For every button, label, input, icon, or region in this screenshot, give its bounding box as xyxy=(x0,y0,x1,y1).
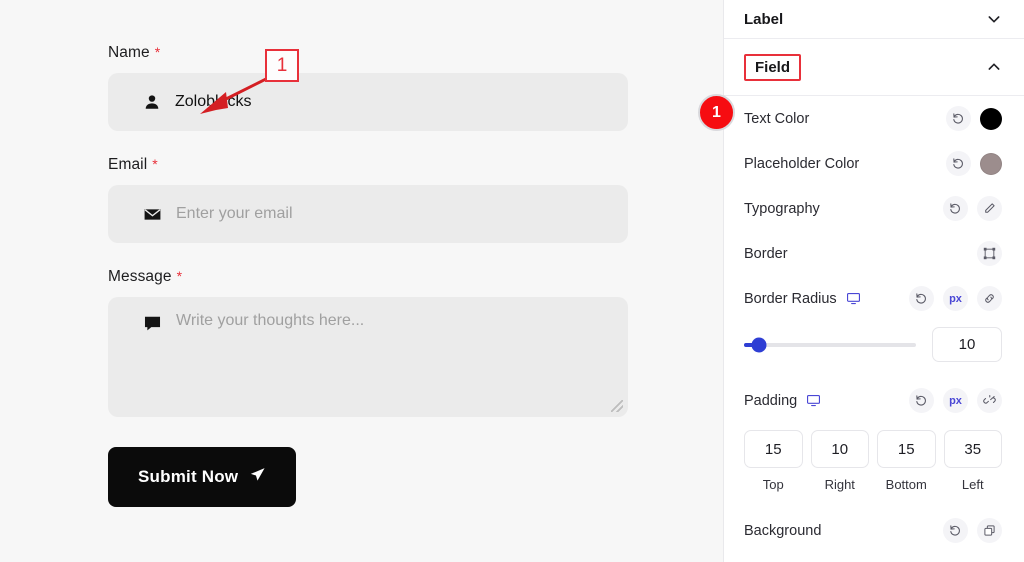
chevron-down-icon[interactable] xyxy=(986,11,1002,27)
text-color-actions xyxy=(946,106,1002,131)
message-placeholder: Write your thoughts here... xyxy=(176,312,365,329)
slider-thumb[interactable] xyxy=(751,337,767,352)
send-icon xyxy=(249,466,266,488)
required-asterisk: * xyxy=(176,268,183,284)
typography-label: Typography xyxy=(744,200,820,217)
padding-left-cell: 35 Left xyxy=(943,430,1002,492)
padding-label: Padding xyxy=(744,393,821,409)
section-label-title: Label xyxy=(744,10,784,28)
email-input-placeholder: Enter your email xyxy=(176,205,293,222)
row-padding: Padding px xyxy=(724,378,1024,423)
border-radius-slider-row: 10 xyxy=(724,321,1024,362)
reset-icon[interactable] xyxy=(909,286,934,311)
reset-icon[interactable] xyxy=(946,106,971,131)
text-color-swatch[interactable] xyxy=(980,107,1002,130)
row-placeholder-color: Placeholder Color xyxy=(724,141,1024,186)
border-radius-label: Border Radius xyxy=(744,291,861,307)
background-label: Background xyxy=(744,522,822,539)
reset-icon[interactable] xyxy=(943,196,968,221)
typography-actions xyxy=(943,196,1002,221)
required-asterisk: * xyxy=(154,44,161,60)
required-asterisk: * xyxy=(152,156,158,172)
message-label-text: Message xyxy=(108,268,172,285)
section-label[interactable]: Label xyxy=(724,0,1024,39)
annotation-badge-1: 1 xyxy=(265,49,299,82)
border-actions xyxy=(977,241,1002,266)
resize-handle[interactable] xyxy=(611,400,623,412)
padding-right-input[interactable]: 10 xyxy=(810,430,869,468)
border-box-icon[interactable] xyxy=(977,241,1002,266)
text-color-label: Text Color xyxy=(744,110,810,127)
padding-bottom-input[interactable]: 15 xyxy=(877,430,936,468)
name-label-text: Name xyxy=(108,44,150,61)
message-textarea[interactable]: Write your thoughts here... xyxy=(108,297,628,417)
email-label-text: Email xyxy=(108,156,148,173)
form-preview-canvas: Name * Zoloblocks Email * Enter your ema… xyxy=(0,0,723,562)
padding-label-text: Padding xyxy=(744,392,798,409)
link-icon[interactable] xyxy=(977,286,1002,311)
background-actions xyxy=(943,518,1002,543)
app-root: Name * Zoloblocks Email * Enter your ema… xyxy=(0,0,1024,562)
submit-button[interactable]: Submit Now xyxy=(108,447,297,507)
placeholder-color-swatch[interactable] xyxy=(980,152,1002,175)
border-radius-label-text: Border Radius xyxy=(744,290,837,307)
padding-inputs: 15 Top 10 Right 15 Bottom 35 Left xyxy=(724,423,1024,492)
unlink-icon[interactable] xyxy=(977,388,1002,413)
padding-top-input[interactable]: 15 xyxy=(744,430,803,468)
row-border-radius: Border Radius px xyxy=(724,276,1024,321)
row-background: Background xyxy=(724,508,1024,553)
reset-icon[interactable] xyxy=(909,388,934,413)
unit-px-button[interactable]: px xyxy=(943,388,968,413)
section-field[interactable]: Field xyxy=(724,39,1024,96)
email-label: Email * xyxy=(108,156,668,174)
email-input[interactable]: Enter your email xyxy=(108,185,628,243)
layers-icon[interactable] xyxy=(977,518,1002,543)
padding-bottom-label: Bottom xyxy=(885,477,927,492)
padding-left-label: Left xyxy=(961,477,984,492)
desktop-icon[interactable] xyxy=(846,291,861,306)
border-radius-actions: px xyxy=(909,286,1002,311)
padding-actions: px xyxy=(909,388,1002,413)
unit-px-button[interactable]: px xyxy=(943,286,968,311)
padding-top-label: Top xyxy=(762,477,784,492)
comment-icon xyxy=(143,314,162,338)
pencil-icon[interactable] xyxy=(977,196,1002,221)
user-icon xyxy=(143,93,161,111)
border-radius-slider[interactable] xyxy=(744,337,916,352)
mail-icon xyxy=(143,205,162,224)
name-input[interactable]: Zoloblocks xyxy=(108,73,628,131)
padding-bottom-cell: 15 Bottom xyxy=(877,430,936,492)
form-field-email: Email * Enter your email xyxy=(108,156,668,243)
row-text-color: Text Color xyxy=(724,96,1024,141)
section-field-title: Field xyxy=(744,53,802,81)
padding-right-label: Right xyxy=(824,477,855,492)
settings-panel: Label Field Text Color Placeholder Color xyxy=(723,0,1024,562)
reset-icon[interactable] xyxy=(946,151,971,176)
row-border: Border xyxy=(724,231,1024,276)
border-label: Border xyxy=(744,245,788,262)
padding-top-cell: 15 Top xyxy=(744,430,803,492)
form-field-message: Message * Write your thoughts here... xyxy=(108,268,668,417)
placeholder-color-actions xyxy=(946,151,1002,176)
padding-right-cell: 10 Right xyxy=(810,430,869,492)
reset-icon[interactable] xyxy=(943,518,968,543)
row-typography: Typography xyxy=(724,186,1024,231)
placeholder-color-label: Placeholder Color xyxy=(744,155,860,172)
border-radius-value-input[interactable]: 10 xyxy=(932,327,1002,362)
annotation-badge-circle-1: 1 xyxy=(698,94,735,131)
desktop-icon[interactable] xyxy=(806,393,821,408)
chevron-up-icon[interactable] xyxy=(986,59,1002,75)
padding-left-input[interactable]: 35 xyxy=(943,430,1002,468)
message-label: Message * xyxy=(108,268,668,286)
submit-button-label: Submit Now xyxy=(138,467,239,486)
